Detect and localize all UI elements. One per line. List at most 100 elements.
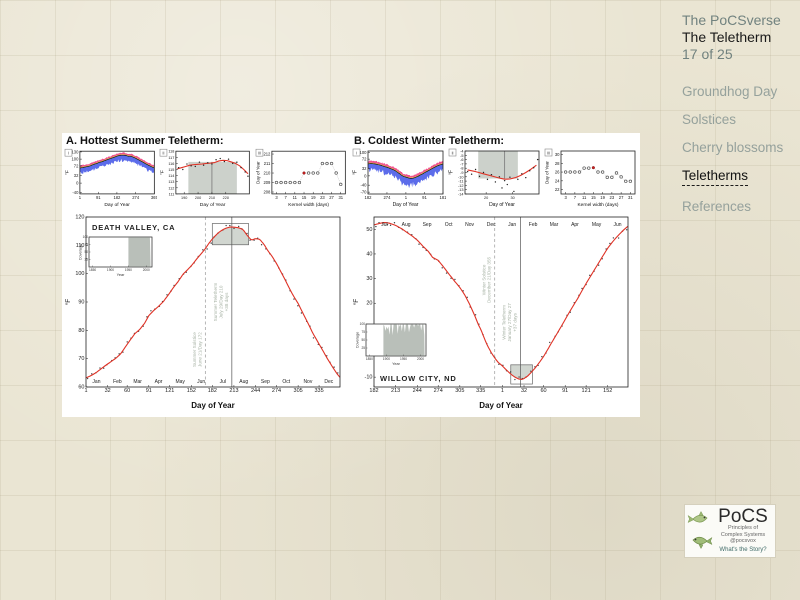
svg-text:113: 113 [169, 180, 175, 184]
svg-text:Year: Year [117, 273, 125, 277]
selected-kernel-point [302, 172, 305, 175]
svg-text:11: 11 [582, 195, 587, 200]
svg-text:Sep: Sep [423, 222, 432, 228]
svg-text:Nov: Nov [465, 222, 474, 228]
svg-text:ii: ii [163, 151, 165, 156]
svg-text:220: 220 [223, 196, 229, 200]
svg-text:3: 3 [564, 195, 567, 200]
svg-text:Aug: Aug [402, 222, 411, 228]
svg-text:32: 32 [74, 173, 79, 178]
svg-text:75: 75 [361, 330, 365, 334]
svg-text:274: 274 [132, 195, 140, 200]
svg-text:+37 days: +37 days [513, 312, 518, 331]
svg-text:22: 22 [555, 187, 560, 192]
svg-text:30: 30 [510, 196, 514, 200]
svg-text:June 21/Day 172: June 21/Day 172 [197, 332, 202, 367]
svg-text:Sep: Sep [261, 379, 270, 385]
svg-text:°F: °F [64, 170, 70, 175]
svg-text:1: 1 [84, 388, 87, 394]
svg-text:Year: Year [392, 362, 400, 366]
svg-text:1: 1 [79, 195, 82, 200]
svg-text:274: 274 [434, 388, 443, 394]
svg-text:190: 190 [181, 196, 187, 200]
svg-text:181: 181 [440, 195, 447, 200]
svg-text:27: 27 [329, 195, 334, 200]
svg-text:72: 72 [362, 157, 367, 162]
nav-item-teletherms[interactable]: Teletherms [682, 168, 796, 186]
svg-text:274: 274 [383, 195, 391, 200]
svg-text:70: 70 [78, 356, 84, 362]
svg-text:Day of Year: Day of Year [479, 401, 522, 410]
svg-text:75: 75 [84, 243, 88, 247]
svg-text:7: 7 [284, 195, 287, 200]
svg-text:100: 100 [360, 322, 366, 326]
svg-text:335: 335 [476, 388, 485, 394]
svg-text:91: 91 [146, 388, 152, 394]
svg-text:121: 121 [582, 388, 591, 394]
svg-text:Kernel width (days): Kernel width (days) [288, 202, 329, 208]
svg-text:117: 117 [169, 156, 175, 160]
chart-willow-city: Winter SolsticeDecember 21/Day 355Winter… [352, 212, 634, 416]
svg-text:°F: °F [64, 299, 72, 306]
svg-text:1850: 1850 [89, 268, 96, 272]
svg-text:Jan: Jan [508, 222, 516, 228]
svg-text:Jul: Jul [220, 379, 226, 385]
svg-text:91: 91 [96, 195, 101, 200]
svg-text:112: 112 [169, 186, 175, 190]
svg-text:90: 90 [78, 300, 84, 306]
nav-item-references[interactable]: References [682, 199, 796, 214]
chart-a-teletherm-window: 190200210220111112113114115116117118Day … [159, 148, 252, 212]
svg-text:182: 182 [208, 388, 217, 394]
svg-text:3: 3 [275, 195, 278, 200]
svg-text:May: May [592, 222, 602, 228]
svg-text:60: 60 [541, 388, 547, 394]
svg-text:20: 20 [484, 196, 488, 200]
svg-text:Apr: Apr [155, 379, 163, 385]
svg-text:15: 15 [591, 195, 596, 200]
svg-text:60: 60 [124, 388, 130, 394]
svg-text:Mar: Mar [133, 379, 142, 385]
logo-text-block: PoCS Principles of Complex Systems @pocs… [713, 508, 773, 554]
chart-a-annual-cycle: 19118227436513010072320-40Day of Year°Fi [64, 148, 157, 212]
svg-text:100: 100 [71, 157, 79, 162]
svg-text:213: 213 [391, 388, 400, 394]
svg-text:Jan: Jan [92, 379, 100, 385]
svg-text:Day of Year: Day of Year [255, 161, 260, 184]
deck-title: The Teletherm [682, 29, 796, 46]
nav-item-solstices[interactable]: Solstices [682, 112, 796, 127]
svg-text:24: 24 [555, 178, 560, 183]
svg-text:Coverage: Coverage [356, 332, 360, 348]
svg-text:244: 244 [413, 388, 422, 394]
svg-text:-40: -40 [360, 183, 367, 188]
fish-logo-icon [687, 507, 713, 555]
svg-text:Day of Year: Day of Year [191, 401, 234, 410]
svg-text:91: 91 [422, 195, 427, 200]
panel-a-mini-row: 19118227436513010072320-40Day of Year°Fi… [64, 148, 348, 212]
svg-text:365: 365 [151, 195, 157, 200]
svg-text:72: 72 [74, 163, 79, 168]
chart-b-annual-cycle: 18227419118110072320-40-70Day of Year°Fi [352, 148, 446, 212]
svg-text:80: 80 [78, 328, 84, 334]
svg-text:2000: 2000 [143, 268, 150, 272]
svg-text:December 21/Day 355: December 21/Day 355 [487, 256, 492, 302]
svg-text:23: 23 [610, 195, 615, 200]
svg-text:May: May [175, 379, 185, 385]
logo-tagline: What's the Story? [713, 547, 773, 554]
svg-text:January 27/Day 27: January 27/Day 27 [507, 303, 512, 342]
chart-death-valley: Summer SolsticeJune 21/Day 172Summer Tel… [64, 212, 346, 416]
svg-text:116: 116 [169, 162, 175, 166]
svg-text:335: 335 [314, 388, 323, 394]
logo-title: PoCS [713, 508, 773, 525]
svg-text:210: 210 [209, 196, 215, 200]
svg-text:Day of Year: Day of Year [104, 202, 130, 208]
nav-item-groundhog-day[interactable]: Groundhog Day [682, 84, 796, 99]
panel-b-mini-row: 18227419118110072320-40-70Day of Year°Fi… [352, 148, 638, 212]
svg-text:+38 days: +38 days [224, 292, 229, 311]
svg-text:-40: -40 [72, 190, 79, 195]
nav-item-cherry-blossoms[interactable]: Cherry blossoms [682, 140, 796, 155]
logo-handle: @pocsvox [713, 538, 773, 545]
svg-text:1850: 1850 [366, 357, 373, 361]
svg-text:Kernel width (days): Kernel width (days) [577, 202, 618, 208]
svg-text:210: 210 [263, 171, 271, 176]
svg-text:Day of Year: Day of Year [545, 161, 550, 184]
